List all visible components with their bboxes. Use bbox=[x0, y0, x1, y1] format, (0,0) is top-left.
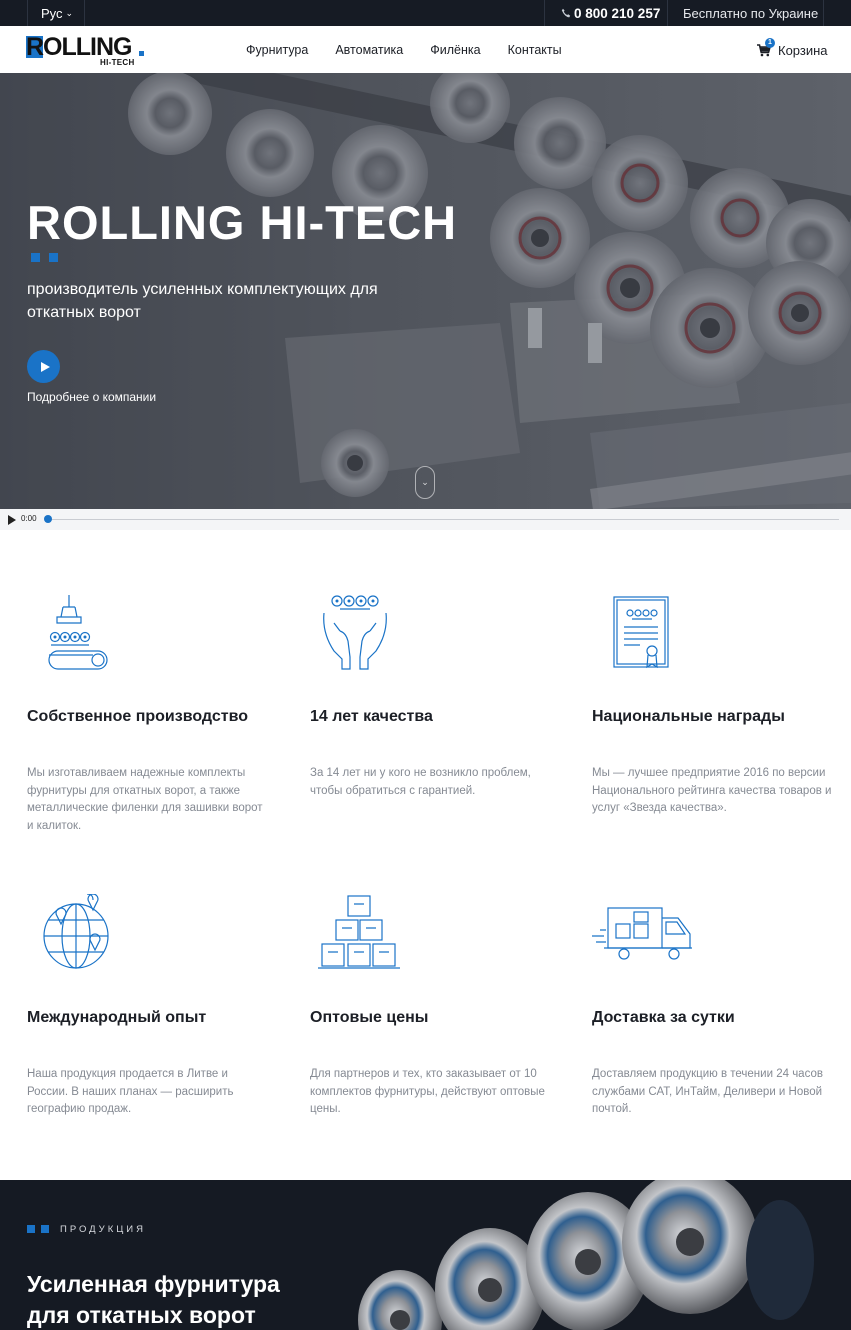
logo-subtext: HI-TECH bbox=[100, 58, 135, 67]
about-company-link[interactable]: Подробнее о компании bbox=[27, 390, 156, 404]
production-icon bbox=[48, 595, 108, 670]
nav-item-avtomatika[interactable]: Автоматика bbox=[335, 43, 403, 57]
logo-text: ROLLING bbox=[26, 33, 132, 61]
feature-title: 14 лет качества bbox=[310, 708, 433, 725]
nav-item-filenka[interactable]: Филёнка bbox=[430, 43, 480, 57]
hero-banner: ROLLING HI-TECH производитель усиленных … bbox=[0, 73, 851, 509]
logo-dot bbox=[139, 51, 144, 56]
cart-label: Корзина bbox=[778, 42, 828, 58]
audio-player: 0:00 bbox=[0, 509, 851, 530]
feature-title: Международный опыт bbox=[27, 1009, 207, 1026]
phone-link[interactable]: 0 800 210 257 bbox=[544, 0, 668, 26]
feature-title: Собственное производство bbox=[27, 708, 248, 725]
audio-time: 0:00 bbox=[21, 514, 37, 523]
hero-title: ROLLING HI-TECH bbox=[27, 196, 458, 249]
quality-hands-icon bbox=[323, 595, 387, 670]
play-icon bbox=[40, 361, 50, 372]
audio-progress-knob[interactable] bbox=[44, 515, 52, 523]
cart-button[interactable]: 1 Корзина bbox=[757, 37, 828, 60]
audio-play-button[interactable] bbox=[8, 515, 16, 525]
play-video-button[interactable] bbox=[27, 350, 60, 383]
cart-icon: 1 bbox=[757, 37, 775, 57]
language-selector[interactable]: Рус ⌄ bbox=[27, 0, 85, 26]
globe-icon bbox=[43, 894, 109, 969]
feature-text: Наша продукция продается в Литве и Росси… bbox=[27, 1068, 234, 1115]
feature-text: Мы — лучшее предприятие 2016 по версии Н… bbox=[592, 767, 832, 814]
nav-item-kontakty[interactable]: Контакты bbox=[508, 43, 562, 57]
cart-count-badge: 1 bbox=[765, 37, 775, 48]
feature-text: Мы изготавливаем надежные комплекты фурн… bbox=[27, 767, 263, 832]
feature-title: Национальные награды bbox=[592, 708, 785, 725]
chevron-down-icon: ⌄ bbox=[65, 7, 74, 18]
products-title: Усиленная фурнитура для откатных ворот bbox=[27, 1271, 280, 1328]
hero-accent-dots bbox=[31, 253, 59, 262]
feature-text: За 14 лет ни у кого не возникло проблем,… bbox=[310, 767, 531, 797]
main-nav: ROLLING HI-TECH Фурнитура Автоматика Фил… bbox=[0, 26, 851, 73]
feature-title: Доставка за сутки bbox=[592, 1009, 735, 1026]
hero-subtitle: производитель усиленных комплектующих дл… bbox=[27, 281, 378, 321]
scroll-down-indicator[interactable]: ⌄ bbox=[415, 466, 435, 499]
feature-title: Оптовые цены bbox=[310, 1009, 429, 1026]
products-label: ПРОДУКЦИЯ bbox=[60, 1224, 146, 1235]
features-section: Собственное производство Мы изготавливае… bbox=[0, 530, 851, 1180]
phone-number: 0 800 210 257 bbox=[574, 5, 661, 21]
top-bar: Рус ⌄ 0 800 210 257 Бесплатно по Украине bbox=[0, 0, 851, 26]
certificate-icon bbox=[613, 596, 669, 669]
nav-item-furnitura[interactable]: Фурнитура bbox=[246, 43, 308, 57]
feature-text: Для партнеров и тех, кто заказывает от 1… bbox=[310, 1068, 545, 1115]
nav-menu: Фурнитура Автоматика Филёнка Контакты bbox=[246, 26, 589, 73]
phone-note: Бесплатно по Украине bbox=[668, 0, 824, 26]
logo[interactable]: ROLLING HI-TECH bbox=[26, 33, 146, 67]
language-label: Рус bbox=[41, 5, 63, 21]
products-section: ПРОДУКЦИЯ Усиленная фурнитура для откатн… bbox=[0, 1180, 851, 1330]
audio-progress-track[interactable] bbox=[47, 519, 839, 520]
chevron-down-icon: ⌄ bbox=[421, 477, 429, 487]
truck-icon bbox=[592, 907, 692, 960]
phone-icon bbox=[561, 8, 571, 18]
feature-text: Доставляем продукцию в течении 24 часов … bbox=[592, 1068, 823, 1115]
boxes-icon bbox=[318, 895, 400, 969]
products-wheels-image bbox=[358, 1180, 814, 1330]
